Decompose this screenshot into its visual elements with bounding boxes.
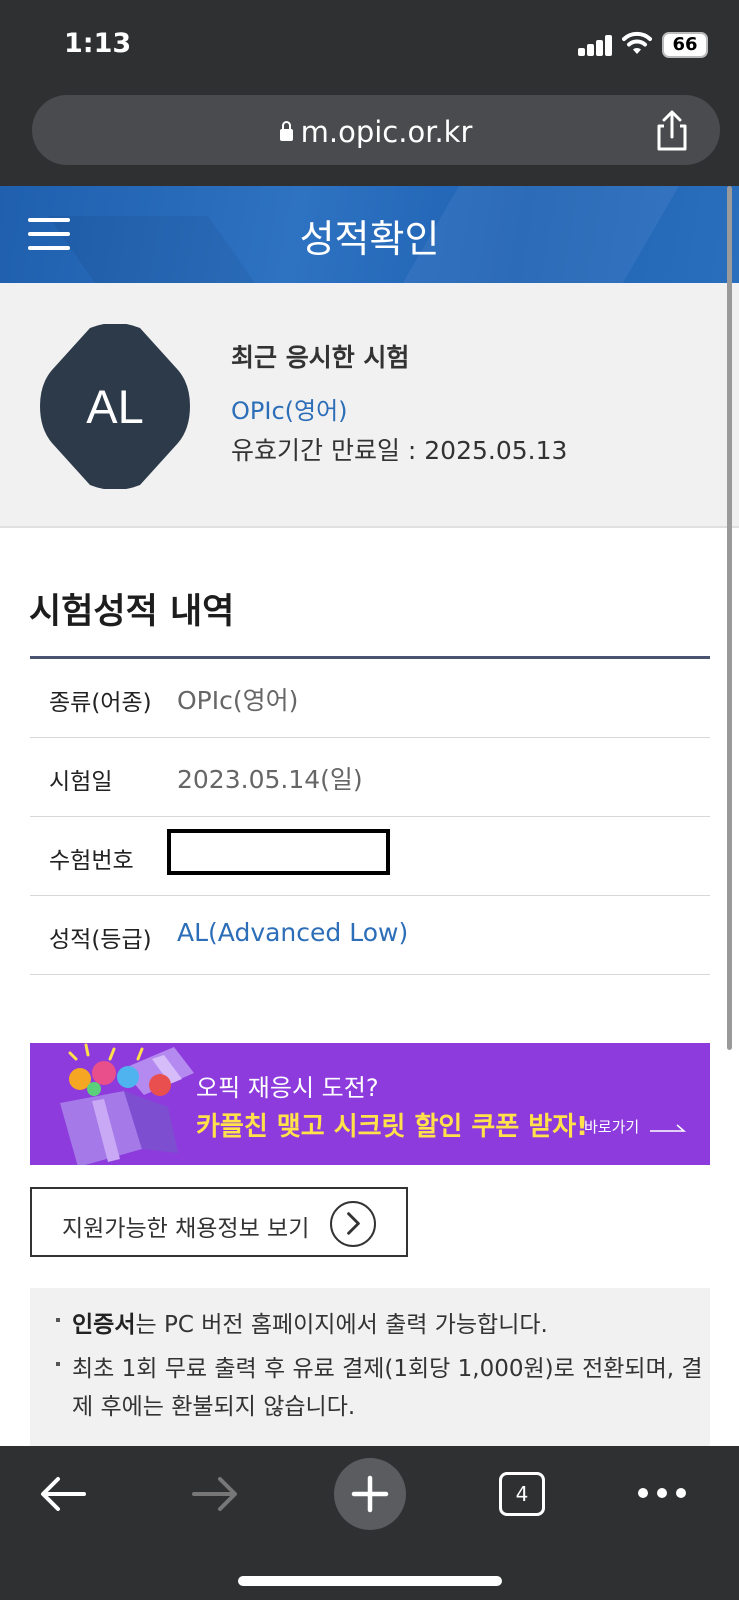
tabs-button[interactable]: 4: [499, 1472, 545, 1516]
page-header: 성적확인: [0, 186, 739, 283]
row-label: 성적(등급): [49, 927, 152, 953]
share-icon[interactable]: [654, 110, 690, 152]
job-info-button[interactable]: 지원가능한 채용정보 보기: [30, 1187, 408, 1257]
lock-icon: [279, 121, 293, 141]
status-time: 1:13: [64, 28, 132, 59]
row-label: 종류(어종): [49, 690, 152, 716]
avatar-grade: AL: [86, 380, 144, 433]
new-tab-button[interactable]: [334, 1458, 406, 1530]
address-bar[interactable]: m.opic.or.kr: [32, 95, 720, 165]
more-options-icon[interactable]: [638, 1488, 686, 1500]
redacted-exam-number: [167, 829, 390, 875]
cellular-signal-icon: [578, 34, 614, 56]
table-row: 수험번호: [30, 817, 710, 896]
row-label: 수험번호: [49, 848, 134, 874]
notice-item: 최초 1회 무료 출력 후 유료 결제(1회당 1,000원)로 전환되며, 결…: [56, 1350, 706, 1426]
home-indicator: [238, 1576, 502, 1586]
row-value-grade: AL(Advanced Low): [177, 918, 409, 947]
forward-arrow-icon[interactable]: [192, 1476, 238, 1512]
recent-exam-heading: 최근 응시한 시험: [231, 343, 410, 372]
plus-icon: [351, 1475, 389, 1513]
table-row: 성적(등급) AL(Advanced Low): [30, 896, 710, 975]
browser-chrome: 1:13 66 m.opic.or.kr: [0, 0, 739, 186]
row-value: OPIc(영어): [177, 686, 299, 715]
url-text: m.opic.or.kr: [300, 115, 473, 149]
promo-line1: 오픽 재응시 도전?: [196, 1074, 379, 1102]
table-row: 종류(어종) OPIc(영어): [30, 659, 710, 738]
promo-line2: 카플친 맺고 시크릿 할인 쿠폰 받자!: [196, 1112, 588, 1142]
row-value: 2023.05.14(일): [177, 765, 363, 794]
promo-go-link[interactable]: 바로가기: [584, 1116, 639, 1137]
recent-exam-card: AL 최근 응시한 시험 OPIc(영어) 유효기간 만료일 : 2025.05…: [0, 283, 739, 528]
notice-bold: 인증서: [72, 1312, 136, 1338]
chevron-right-icon: [330, 1201, 376, 1247]
notice-box: 인증서는 PC 버전 홈페이지에서 출력 가능합니다. 최초 1회 무료 출력 …: [30, 1288, 710, 1448]
row-label: 시험일: [49, 769, 113, 795]
wifi-icon: [622, 31, 652, 54]
expiry-date: 유효기간 만료일 : 2025.05.13: [231, 436, 568, 465]
notice-text: 최초 1회 무료 출력 후 유료 결제(1회당 1,000원)로 전환되며, 결…: [72, 1356, 703, 1420]
notice-item: 인증서는 PC 버전 홈페이지에서 출력 가능합니다.: [56, 1306, 706, 1344]
job-info-label: 지원가능한 채용정보 보기: [62, 1216, 310, 1242]
back-arrow-icon[interactable]: [40, 1476, 86, 1512]
promo-banner[interactable]: 오픽 재응시 도전? 카플친 맺고 시크릿 할인 쿠폰 받자! 바로가기: [30, 1043, 710, 1165]
gift-box-icon: [60, 1043, 194, 1165]
browser-toolbar: 4: [0, 1446, 739, 1600]
page-title: 성적확인: [299, 217, 440, 261]
section-title: 시험성적 내역: [29, 592, 235, 632]
long-arrow-icon: [650, 1124, 686, 1132]
notice-text: 는 PC 버전 홈페이지에서 출력 가능합니다.: [135, 1312, 548, 1338]
battery-indicator: 66: [662, 32, 708, 58]
score-table: 종류(어종) OPIc(영어) 시험일 2023.05.14(일) 수험번호 성…: [30, 656, 710, 975]
table-row: 시험일 2023.05.14(일): [30, 738, 710, 817]
scrollbar[interactable]: [727, 186, 732, 1050]
recent-exam-name[interactable]: OPIc(영어): [231, 391, 348, 426]
